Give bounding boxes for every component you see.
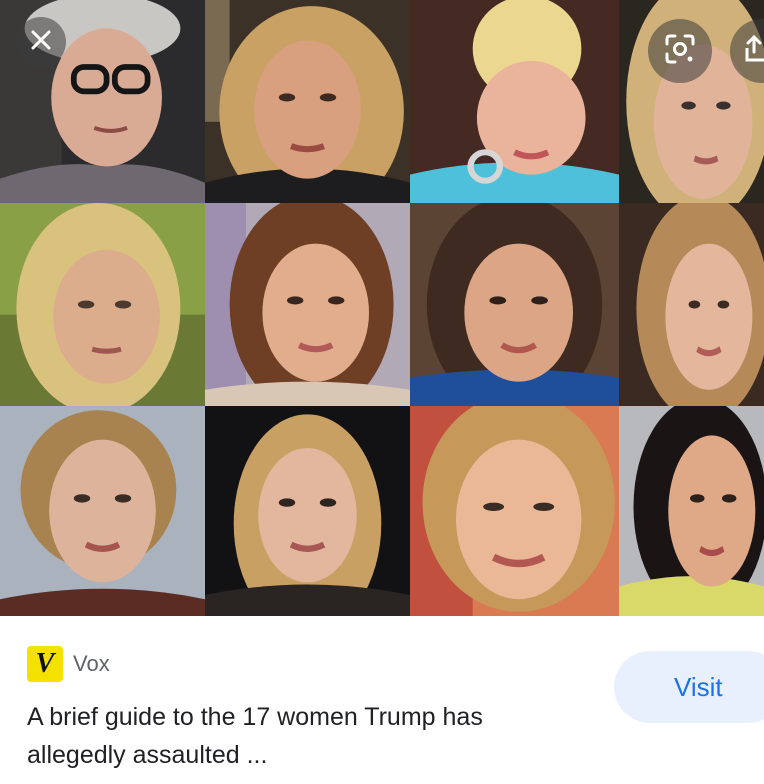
source-attribution[interactable]: V Vox [27, 646, 110, 682]
close-icon [29, 28, 53, 57]
vox-favicon: V [27, 646, 63, 682]
collage-photo [410, 203, 619, 406]
image-preview[interactable] [0, 0, 764, 616]
lens-search-button[interactable] [648, 19, 712, 83]
close-button[interactable] [16, 17, 66, 67]
result-title[interactable]: A brief guide to the 17 women Trump has … [27, 698, 587, 774]
image-viewer: V Vox A brief guide to the 17 women Trum… [0, 0, 764, 784]
collage-photo [205, 406, 410, 616]
collage-photo [619, 203, 764, 406]
collage-photo [205, 203, 410, 406]
collage-photo [0, 203, 205, 406]
collage-photo [0, 406, 205, 616]
collage-photo [619, 406, 764, 616]
lens-search-icon [663, 32, 697, 71]
collage-photo [205, 0, 410, 203]
collage-photo [410, 406, 619, 616]
result-info-panel: V Vox A brief guide to the 17 women Trum… [0, 616, 764, 784]
portrait-collage [0, 0, 764, 616]
share-icon [744, 34, 764, 69]
visit-button[interactable]: Visit [614, 651, 764, 723]
source-name: Vox [73, 651, 110, 676]
collage-photo [410, 0, 619, 203]
